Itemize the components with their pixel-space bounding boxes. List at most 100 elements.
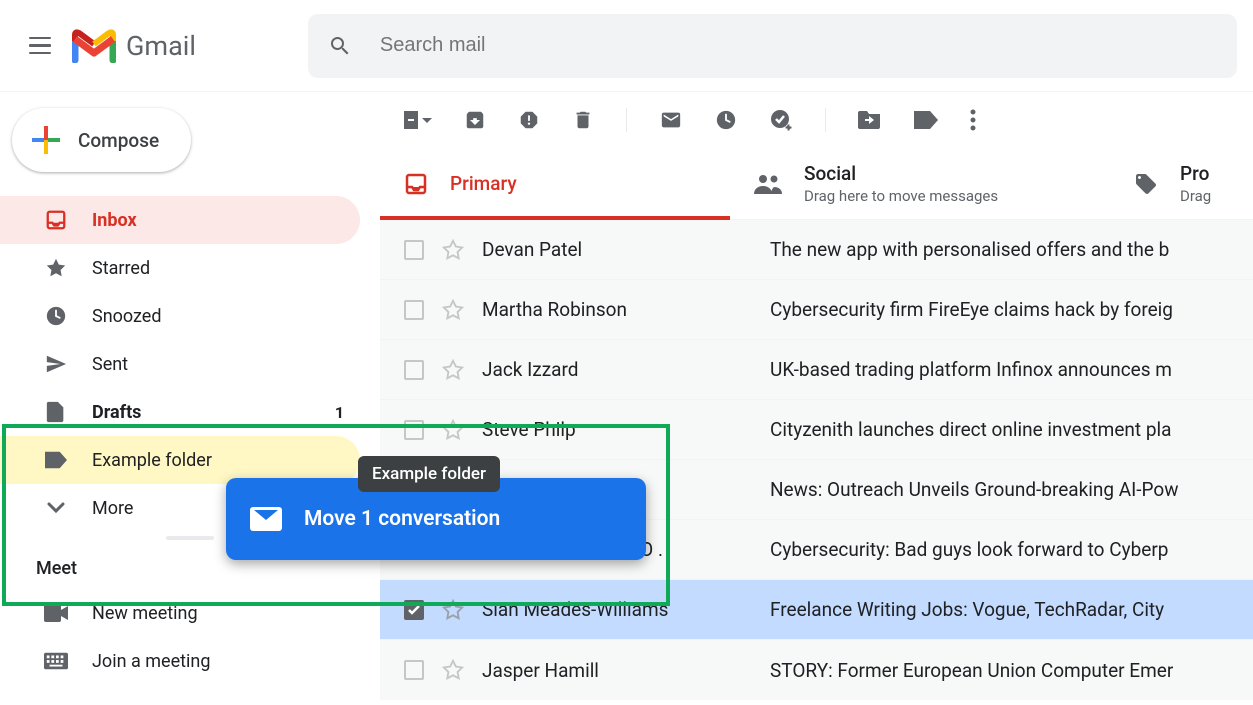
drag-tooltip: Example folder — [358, 456, 500, 492]
plus-icon — [32, 126, 60, 154]
tab-label: Social — [804, 162, 998, 185]
star-icon[interactable] — [442, 359, 464, 381]
sidebar-item-drafts[interactable]: Drafts 1 — [0, 388, 360, 436]
sidebar-item-sent[interactable]: Sent — [0, 340, 360, 388]
email-subject: News: Outreach Unveils Ground-breaking A… — [770, 478, 1179, 501]
inbox-icon — [44, 209, 68, 231]
archive-icon[interactable] — [464, 109, 486, 131]
star-icon[interactable] — [442, 299, 464, 321]
email-sender: Steve Philp — [482, 418, 752, 441]
keyboard-icon — [44, 652, 68, 670]
inbox-icon — [404, 172, 428, 196]
gmail-logo[interactable]: Gmail — [72, 29, 196, 63]
email-row[interactable]: Devan Patel The new app with personalise… — [380, 220, 1253, 280]
star-icon — [44, 257, 68, 279]
separator — [626, 108, 627, 132]
tab-promotions[interactable]: Pro Drag — [1110, 148, 1253, 219]
email-row[interactable]: Sian Meades-Williams Freelance Writing J… — [380, 580, 1253, 640]
email-subject: UK-based trading platform Infinox announ… — [770, 358, 1172, 381]
compose-label: Compose — [78, 129, 159, 152]
email-checkbox[interactable] — [404, 420, 424, 440]
tab-label: Pro — [1180, 162, 1211, 185]
tab-subtitle: Drag — [1180, 187, 1211, 205]
email-checkbox[interactable] — [404, 300, 424, 320]
compose-button[interactable]: Compose — [12, 108, 191, 172]
search-icon — [328, 34, 352, 58]
labels-icon[interactable] — [914, 111, 938, 129]
spam-icon[interactable] — [518, 109, 540, 131]
email-subject: Cybersecurity firm FireEye claims hack b… — [770, 298, 1173, 321]
email-row[interactable]: Jasper Hamill STORY: Former European Uni… — [380, 640, 1253, 700]
category-tabs: Primary Social Drag here to move message… — [380, 148, 1253, 220]
chevron-down-icon — [44, 502, 68, 514]
email-row[interactable]: Martha Robinson Cybersecurity firm FireE… — [380, 280, 1253, 340]
email-list: Devan Patel The new app with personalise… — [380, 220, 1253, 700]
sidebar-item-label: Sent — [92, 354, 128, 375]
main-menu-button[interactable] — [16, 22, 64, 70]
meet-join-meeting[interactable]: Join a meeting — [0, 637, 360, 685]
select-all-checkbox[interactable] — [404, 110, 432, 130]
video-icon — [44, 604, 68, 622]
email-subject: Freelance Writing Jobs: Vogue, TechRadar… — [770, 598, 1164, 621]
clock-icon — [44, 305, 68, 327]
star-icon[interactable] — [442, 239, 464, 261]
sidebar-item-example-folder[interactable]: Example folder — [0, 436, 360, 484]
meet-new-meeting[interactable]: New meeting — [0, 589, 360, 637]
sidebar-item-label: New meeting — [92, 603, 198, 624]
email-checkbox[interactable] — [404, 240, 424, 260]
email-checkbox[interactable] — [404, 360, 424, 380]
main-content: Primary Social Drag here to move message… — [380, 92, 1253, 705]
tab-label: Primary — [450, 172, 517, 195]
send-icon — [44, 353, 68, 375]
email-subject: STORY: Former European Union Computer Em… — [770, 659, 1173, 682]
email-subject: Cybersecurity: Bad guys look forward to … — [770, 538, 1168, 561]
email-checkbox[interactable] — [404, 600, 424, 620]
drafts-count: 1 — [335, 403, 344, 422]
hamburger-icon — [29, 37, 51, 55]
move-to-icon[interactable] — [858, 110, 882, 130]
email-subject: The new app with personalised offers and… — [770, 238, 1169, 261]
tab-primary[interactable]: Primary — [380, 148, 730, 219]
draft-icon — [44, 401, 68, 423]
star-icon[interactable] — [442, 419, 464, 441]
gmail-m-icon — [72, 29, 116, 63]
email-sender: Devan Patel — [482, 238, 752, 261]
sidebar-item-label: Drafts — [92, 402, 141, 423]
search-bar[interactable] — [308, 14, 1237, 78]
email-sender: Jack Izzard — [482, 358, 752, 381]
sidebar-item-label: Join a meeting — [92, 651, 210, 672]
email-sender: Martha Robinson — [482, 298, 752, 321]
sidebar-item-label: Snoozed — [92, 306, 162, 327]
mail-icon — [250, 507, 282, 531]
sidebar-item-starred[interactable]: Starred — [0, 244, 360, 292]
email-subject: Cityzenith launches direct online invest… — [770, 418, 1171, 441]
sidebar-item-label: More — [92, 498, 133, 519]
email-sender: Sian Meades-Williams — [482, 598, 752, 621]
drag-overlay-text: Move 1 conversation — [304, 507, 500, 531]
tab-social[interactable]: Social Drag here to move messages — [730, 148, 1110, 219]
sidebar-item-label: Example folder — [92, 450, 212, 471]
gmail-text: Gmail — [126, 30, 196, 62]
mark-unread-icon[interactable] — [659, 109, 683, 131]
more-icon[interactable] — [970, 109, 976, 131]
delete-icon[interactable] — [572, 108, 594, 132]
email-sender: Jasper Hamill — [482, 659, 752, 682]
sidebar-item-inbox[interactable]: Inbox — [0, 196, 360, 244]
email-row[interactable]: Jack Izzard UK-based trading platform In… — [380, 340, 1253, 400]
star-icon[interactable] — [442, 659, 464, 681]
sidebar-item-snoozed[interactable]: Snoozed — [0, 292, 360, 340]
separator — [825, 108, 826, 132]
email-checkbox[interactable] — [404, 660, 424, 680]
snooze-icon[interactable] — [715, 109, 737, 131]
people-icon — [754, 174, 782, 194]
add-task-icon[interactable] — [769, 108, 793, 132]
tag-icon — [1134, 172, 1158, 196]
tab-subtitle: Drag here to move messages — [804, 187, 998, 205]
email-toolbar — [380, 92, 1253, 148]
star-icon[interactable] — [442, 599, 464, 621]
sidebar: Compose Inbox Starred Snoozed Sent Draft… — [0, 92, 380, 705]
sidebar-item-label: Inbox — [92, 210, 137, 231]
search-input[interactable] — [380, 34, 1217, 57]
sidebar-item-label: Starred — [92, 258, 150, 279]
email-row[interactable]: Steve Philp Cityzenith launches direct o… — [380, 400, 1253, 460]
